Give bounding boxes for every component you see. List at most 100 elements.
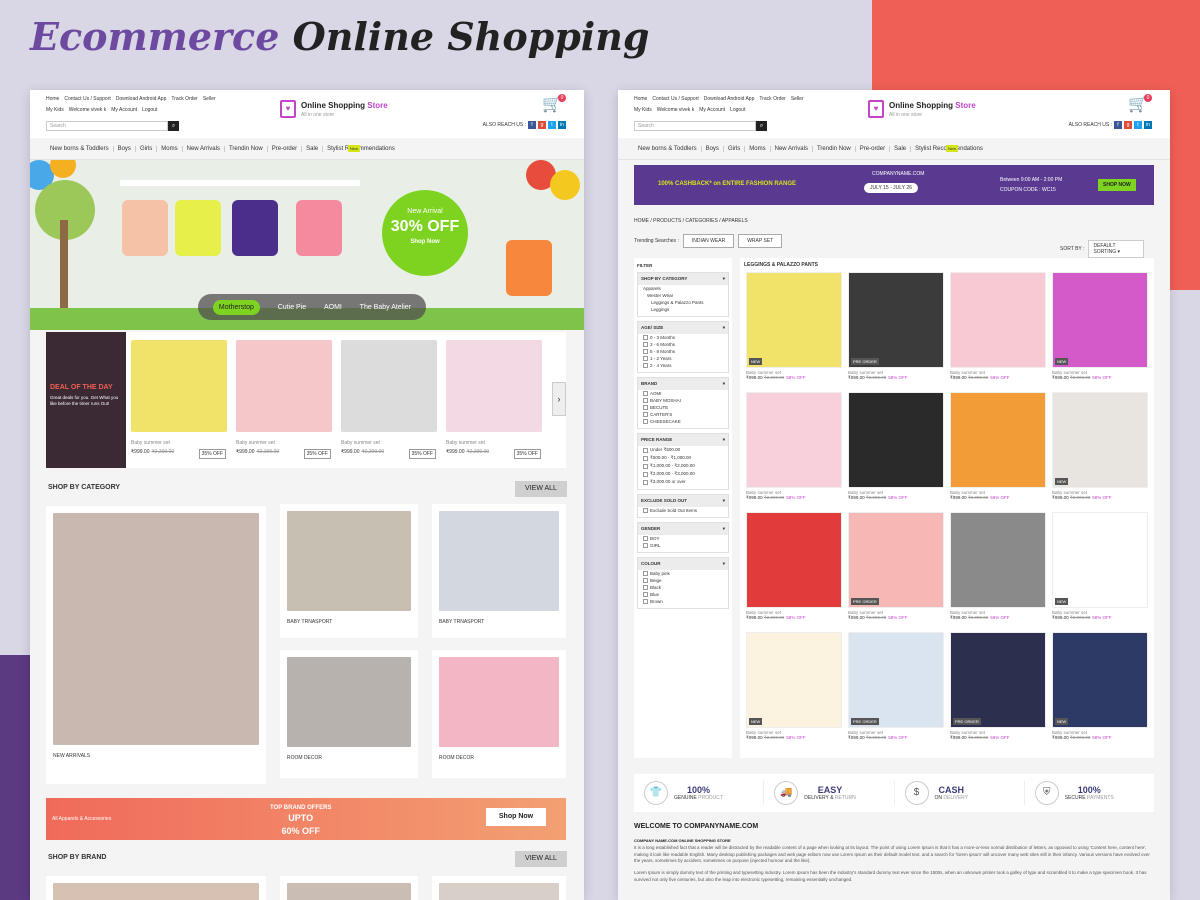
checkbox[interactable]: [643, 342, 648, 347]
nav-moms[interactable]: Moms: [745, 145, 771, 152]
category-image[interactable]: [439, 511, 559, 611]
filter-option[interactable]: AOMI: [638, 390, 728, 397]
checkbox[interactable]: [643, 412, 648, 417]
filter-option[interactable]: Blue: [638, 591, 728, 598]
chevron-down-icon[interactable]: ▾: [723, 526, 725, 532]
link-home[interactable]: Home: [634, 96, 647, 102]
product-image[interactable]: NEW: [1052, 272, 1148, 368]
filter-option[interactable]: Beige: [638, 577, 728, 584]
link-my-kids[interactable]: My Kids: [46, 107, 64, 113]
checkbox[interactable]: [643, 363, 648, 368]
brand-image[interactable]: [287, 883, 411, 900]
product-card[interactable]: NEW Baby summer set ₹999.00 ₹2,099.00 58% O…: [746, 272, 842, 381]
site-logo[interactable]: ♥ Online Shopping Store All in one store: [868, 100, 976, 118]
product-image[interactable]: [746, 392, 842, 488]
pill-motherstop[interactable]: Motherstop: [212, 299, 260, 315]
banner-shop-now-button[interactable]: SHOP NOW: [1098, 179, 1136, 191]
search-icon[interactable]: ⌕: [168, 121, 179, 131]
product-image[interactable]: [746, 512, 842, 608]
checkbox[interactable]: [643, 471, 648, 477]
nav-boys[interactable]: Boys: [702, 145, 724, 152]
shop-now-button[interactable]: Shop Now: [486, 808, 546, 826]
product-card[interactable]: NEW Baby summer set ₹999.00 ₹2,099.00 58% O…: [746, 632, 842, 741]
brand-image[interactable]: [439, 883, 559, 900]
filter-option[interactable]: Leggings & Palazzo Pants: [638, 299, 728, 306]
link-logout[interactable]: Logout: [730, 107, 745, 113]
search-icon[interactable]: ⌕: [756, 121, 767, 131]
checkbox[interactable]: [643, 536, 648, 541]
chevron-down-icon[interactable]: ▾: [723, 437, 725, 443]
product-image[interactable]: [950, 512, 1046, 608]
product-image[interactable]: NEW: [1052, 632, 1148, 728]
new-arrival-offer[interactable]: New Arrival 30% OFF Shop Now: [382, 190, 468, 276]
deal-product[interactable]: Baby summer set ₹999.00 ₹2,399.00 35% OFF: [126, 332, 231, 468]
filter-group-title[interactable]: PRICE RANGE ▾: [638, 434, 728, 446]
product-card[interactable]: PRE ORDER Baby summer set ₹999.00 ₹2,099.0…: [848, 272, 944, 381]
link-home[interactable]: Home: [46, 96, 59, 102]
filter-option[interactable]: 2 - 4 Years: [638, 362, 728, 369]
product-card[interactable]: PRE ORDER Baby summer set ₹999.00 ₹2,099.0…: [848, 512, 944, 621]
category-image[interactable]: [287, 511, 411, 611]
product-image[interactable]: [446, 340, 542, 432]
filter-group-title[interactable]: COLOUR ▾: [638, 558, 728, 570]
checkbox[interactable]: [643, 455, 648, 461]
trending-indian-wear[interactable]: INDIAN WEAR: [682, 234, 735, 248]
product-image[interactable]: [341, 340, 437, 432]
category-card[interactable]: BABY TRNASPORT: [432, 504, 566, 638]
link-seller[interactable]: Seller: [791, 96, 804, 102]
category-image[interactable]: [439, 657, 559, 747]
checkbox[interactable]: [643, 349, 648, 354]
pill-baby-atelier[interactable]: The Baby Atelier: [360, 304, 411, 311]
link-seller[interactable]: Seller: [203, 96, 216, 102]
filter-option[interactable]: ₹2,000.00 - ₹3,000.00: [638, 470, 728, 478]
nav-newborns[interactable]: New borns & Toddlers: [46, 145, 114, 152]
filter-option[interactable]: CARTER'S: [638, 411, 728, 418]
product-card[interactable]: Baby summer set ₹999.00 ₹2,099.00 58% OFF: [746, 392, 842, 501]
product-image[interactable]: PRE ORDER: [848, 632, 944, 728]
category-card[interactable]: ROOM DECOR: [280, 650, 418, 778]
nav-stylist[interactable]: Stylist Recommendations: [323, 146, 399, 152]
filter-option[interactable]: Apparels: [638, 285, 728, 292]
deal-product[interactable]: Baby summer set ₹999.00 ₹2,399.00 35% OFF: [336, 332, 441, 468]
filter-option[interactable]: Exclude Sold Out Items: [638, 507, 728, 514]
checkbox[interactable]: [643, 463, 648, 469]
twitter-icon[interactable]: t: [548, 121, 556, 129]
offer-shop-now[interactable]: Shop Now: [382, 239, 468, 245]
nav-girls[interactable]: Girls: [136, 145, 158, 152]
product-card[interactable]: Baby summer set ₹999.00 ₹2,099.00 58% OFF: [950, 272, 1046, 381]
chevron-down-icon[interactable]: ▾: [723, 325, 725, 331]
checkbox[interactable]: [643, 419, 648, 424]
filter-option[interactable]: ₹500.00 - ₹1,000.00: [638, 454, 728, 462]
filter-option[interactable]: ₹1,000.00 - ₹2,000.00: [638, 462, 728, 470]
filter-option[interactable]: CHEESECAKE: [638, 418, 728, 425]
filter-option[interactable]: Under ₹500.00: [638, 446, 728, 454]
nav-boys[interactable]: Boys: [114, 145, 136, 152]
nav-new-arrivals[interactable]: New Arrivals: [771, 145, 813, 152]
product-card[interactable]: PRE ORDER Baby summer set ₹999.00 ₹2,099.0…: [950, 632, 1046, 741]
filter-option[interactable]: Wester Wear: [638, 292, 728, 299]
link-track-order[interactable]: Track Order: [171, 96, 197, 102]
filter-option[interactable]: Brown: [638, 598, 728, 605]
nav-sale[interactable]: Sale: [890, 145, 912, 152]
filter-group-title[interactable]: GENDER ▾: [638, 523, 728, 535]
filter-option[interactable]: 0 - 3 Months: [638, 334, 728, 341]
link-contact[interactable]: Contact Us / Support: [652, 96, 698, 102]
chevron-down-icon[interactable]: ▾: [723, 276, 725, 282]
product-card[interactable]: Baby summer set ₹999.00 ₹2,099.00 58% OFF: [848, 392, 944, 501]
checkbox[interactable]: [643, 585, 648, 590]
deal-product[interactable]: Baby summer set ₹999.00 ₹2,399.00 35% OFF: [441, 332, 546, 468]
product-card[interactable]: NEW Baby summer set ₹999.00 ₹2,099.00 58% O…: [1052, 392, 1148, 501]
pill-cutie-pie[interactable]: Cutie Pie: [278, 304, 306, 311]
chevron-down-icon[interactable]: ▾: [723, 498, 725, 504]
product-image[interactable]: PRE ORDER: [848, 272, 944, 368]
link-contact[interactable]: Contact Us / Support: [64, 96, 110, 102]
nav-newborns[interactable]: New borns & Toddlers: [634, 145, 702, 152]
checkbox[interactable]: [643, 508, 648, 513]
product-card[interactable]: NEW Baby summer set ₹999.00 ₹2,099.00 58% O…: [1052, 272, 1148, 381]
nav-preorder[interactable]: Pre-order: [268, 145, 303, 152]
link-download-app[interactable]: Download Android App: [704, 96, 755, 102]
chevron-right-icon[interactable]: ›: [552, 382, 566, 416]
category-card[interactable]: ROOM DECOR: [432, 650, 566, 778]
checkbox[interactable]: [643, 391, 648, 396]
linkedin-icon[interactable]: in: [1144, 121, 1152, 129]
